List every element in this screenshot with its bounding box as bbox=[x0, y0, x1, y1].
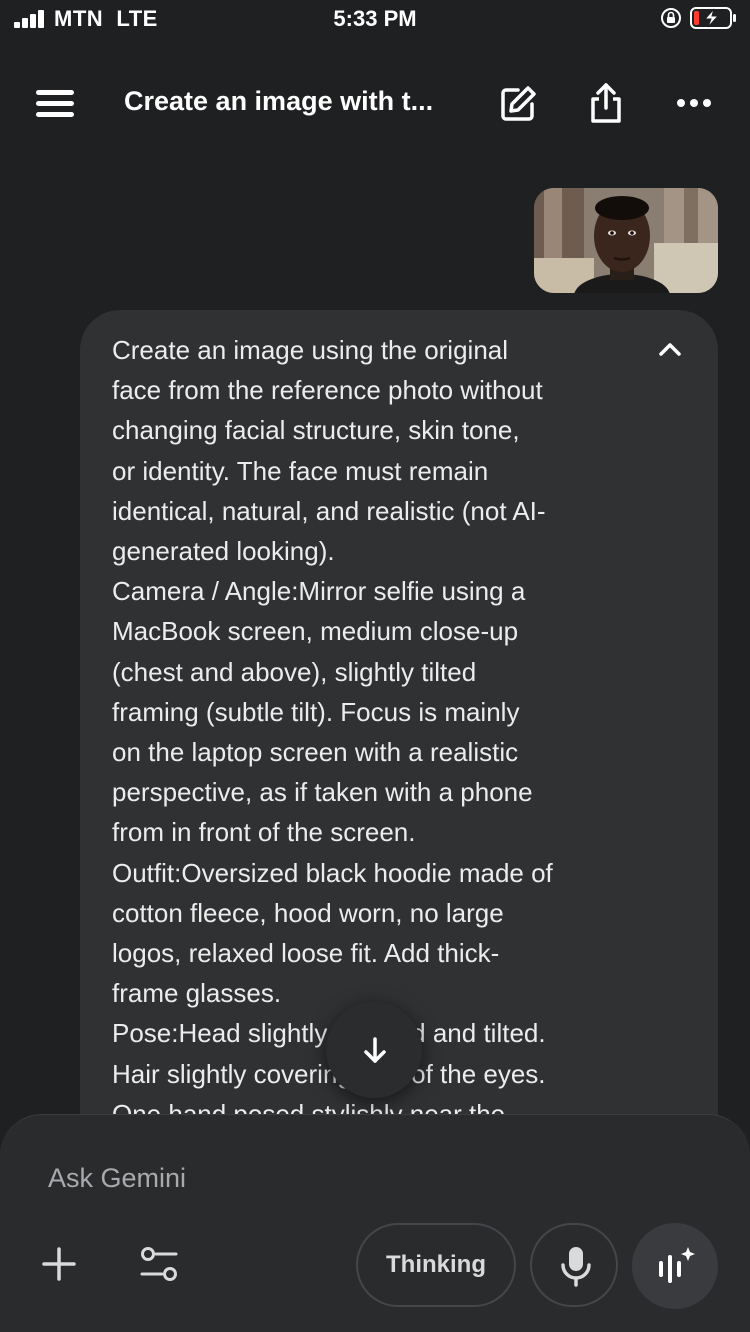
status-bar: MTN LTE 5:33 PM bbox=[0, 0, 750, 40]
thinking-mode-button[interactable]: Thinking bbox=[356, 1223, 516, 1307]
reference-photo[interactable] bbox=[534, 188, 718, 293]
more-icon[interactable] bbox=[676, 98, 712, 108]
conversation-title[interactable]: Create an image with t... bbox=[124, 86, 433, 117]
prompt-input[interactable]: Ask Gemini bbox=[48, 1163, 186, 1194]
user-prompt-bubble: Create an image using the original face … bbox=[80, 310, 718, 1130]
rotation-lock-icon bbox=[661, 8, 681, 28]
share-icon[interactable] bbox=[588, 82, 624, 124]
microphone-icon bbox=[561, 1247, 591, 1287]
top-bar: Create an image with t... bbox=[0, 70, 750, 136]
composer-panel: Ask Gemini Thinking bbox=[0, 1114, 750, 1332]
live-voice-icon bbox=[659, 1247, 695, 1283]
plus-icon[interactable] bbox=[40, 1245, 78, 1283]
scroll-to-bottom-button[interactable] bbox=[326, 1002, 422, 1098]
chevron-up-icon[interactable] bbox=[656, 336, 684, 364]
arrow-down-icon bbox=[364, 1037, 386, 1063]
battery-icon bbox=[690, 7, 736, 29]
microphone-button[interactable] bbox=[530, 1223, 618, 1307]
live-voice-button[interactable] bbox=[632, 1223, 718, 1309]
hamburger-menu-icon[interactable] bbox=[36, 88, 76, 120]
clock: 5:33 PM bbox=[333, 6, 417, 31]
edit-icon[interactable] bbox=[498, 84, 538, 124]
tools-icon[interactable] bbox=[138, 1245, 180, 1283]
